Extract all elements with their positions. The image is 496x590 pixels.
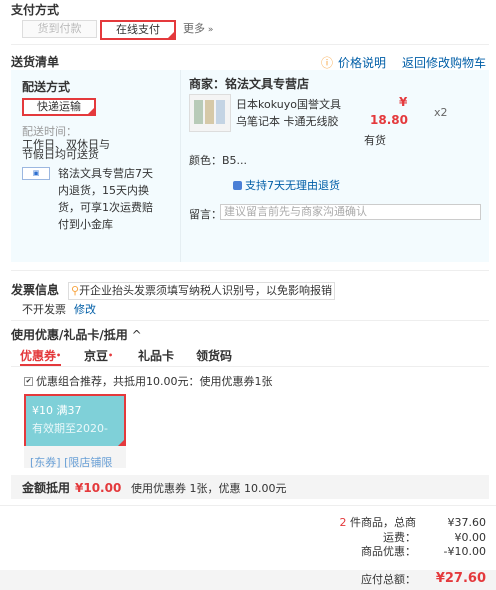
product-name-link[interactable]: 日本kokuyo国誉文具 乌笔记本 卡通无线胶 [236,96,341,130]
coupon-scope: [东券] [限店铺限 [30,456,113,468]
payment-title: 支付方式 [11,3,60,17]
shield-badge-icon: ▣ [22,167,50,180]
discount-value: -¥10.00 [443,545,486,558]
discount-label: 商品优惠： [361,545,416,558]
summary-discount-row: 商品优惠： -¥10.00 [361,545,486,558]
freight-label: 运费： [383,531,416,544]
more-payment-link[interactable]: 更多 » [183,22,213,37]
coupon-total-label: 金额抵用 [22,481,71,495]
coupon-card[interactable]: ¥10 满37 有效期至2020- [24,394,126,448]
coupon-scope-strip: [东券] [限店铺限 [24,446,126,468]
online-pay-label: 在线支付 [116,23,160,36]
return-policy-text: 支持7天无理由退货 [245,179,340,192]
tab-coupons[interactable]: 优惠券• [20,348,62,366]
express-shipping-button[interactable]: 快递运输 [22,98,96,116]
divider [11,320,489,321]
product-price: 18.80 [370,113,408,127]
cod-button[interactable]: 货到付款 [22,20,97,38]
product-color: 颜色：B5... [189,154,248,167]
invoice-tip-text: 开企业抬头发票须填写纳税人识别号，以免影响报销 [79,284,333,297]
service-line: 内退货，15天内换 [58,184,149,197]
location-pin-icon: ⚲ [71,284,80,297]
delivery-time-label: 配送时间： [22,125,77,138]
divider [11,270,489,271]
coupon-total-amount: ¥10.00 [75,481,122,495]
summary-goods-row: 2 件商品，总商 ¥37.60 [340,516,487,529]
tab-jingdou[interactable]: 京豆• [84,348,113,364]
stock-status: 有货 [364,134,386,147]
price-currency: ¥ [399,95,408,109]
coupon-tabs: 优惠券• 京豆• 礼品卡 领货码 [11,348,489,367]
selected-corner-icon [168,32,174,38]
goods-count-label: 件商品，总商 [350,516,416,529]
message-label: 留言： [189,208,222,221]
express-shipping-label: 快递运输 [37,100,81,113]
service-line: 付到小金库 [58,218,113,231]
summary-freight-row: 运费： ¥0.00 [383,531,486,544]
recommend-checkbox[interactable]: ✔ [24,377,33,386]
chevron-right-icon: » [205,25,214,35]
coupon-section-label: 使用优惠/礼品卡/抵用 [11,328,128,342]
info-icon: ⓘ [321,56,334,70]
service-line: 铭法文具专营店7天 [58,167,153,180]
coupon-expire: 有效期至2020- [32,422,108,435]
payable-amount: ¥27.60 [435,571,486,586]
coupon-recommend-text: 优惠组合推荐，共抵用10.00元：使用优惠券1张 [36,375,273,388]
payable-label: 应付总额： [361,573,416,586]
message-input[interactable]: 建议留言前先与商家沟通确认 [220,204,481,220]
freight-value: ¥0.00 [454,531,487,544]
delivery-time-line2: 节假日均可送货 [22,148,99,161]
invoice-tip: ⚲开企业抬头发票须填写纳税人识别号，以免影响报销 [68,282,336,300]
invoice-status: 不开发票 [22,303,66,316]
service-line: 货，可享1次运费赔 [58,201,153,214]
more-label: 更多 [183,22,205,35]
divider [0,505,496,506]
column-divider [180,70,181,262]
selected-corner-icon [88,108,94,114]
online-pay-button[interactable]: 在线支付 [100,20,176,40]
product-image[interactable] [189,94,231,132]
product-name-line: 乌笔记本 卡通无线胶 [236,115,339,128]
tab-gift-card[interactable]: 礼品卡 [138,348,174,364]
tab-redeem-code[interactable]: 领货码 [196,348,232,364]
shipping-list-title: 送货清单 [11,55,60,69]
coupon-section-title[interactable]: 使用优惠/礼品卡/抵用 ^ [11,328,142,342]
price-note-link[interactable]: 价格说明 [338,56,386,70]
coupon-value: ¥10 满37 [32,404,82,417]
return-policy-icon [233,181,242,190]
invoice-title: 发票信息 [11,283,60,297]
delivery-title: 配送方式 [22,80,71,94]
payable-bar [0,570,496,590]
back-to-cart-link[interactable]: 返回修改购物车 [402,56,486,70]
goods-count: 2 [339,516,347,529]
divider [11,44,489,45]
chevron-up-icon: ^ [127,328,142,342]
service-text: 铭法文具专营店7天 内退货，15天内换 货，可享1次运费赔 付到小金库 [58,165,153,233]
seller-name: 商家：铭法文具专营店 [189,77,310,91]
product-quantity: x2 [434,106,448,119]
product-name-line: 日本kokuyo国誉文具 [236,98,341,111]
invoice-edit-link[interactable]: 修改 [74,303,96,316]
goods-total: ¥37.60 [447,516,487,529]
coupon-total-detail: 使用优惠券 1张，优惠 10.00元 [131,482,287,495]
